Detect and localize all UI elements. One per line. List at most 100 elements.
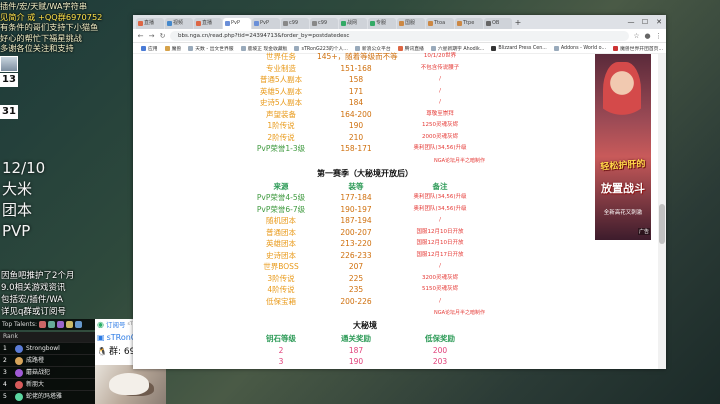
bookmark-item[interactable]: Addons - World o... <box>553 45 607 51</box>
favicon-icon <box>370 21 375 26</box>
cell-note: / <box>439 263 441 269</box>
cell-vault-reward: 207 <box>395 368 485 370</box>
cell-note: 尊敬至崇拜 <box>426 110 454 117</box>
table-row: 史诗5人副本 184 / <box>245 97 485 109</box>
cell-ilvl: 190-197 <box>340 204 372 214</box>
favicon-icon <box>312 21 317 26</box>
profile-icon[interactable]: ● <box>644 32 651 40</box>
tab-label: OB <box>492 20 500 26</box>
tab-label: 视频 <box>173 20 184 26</box>
reload-icon[interactable]: ↻ <box>159 32 166 40</box>
browser-tab[interactable]: 国服 <box>397 18 425 29</box>
bookmark-label: 应用 <box>148 46 158 52</box>
browser-tab[interactable]: PvP <box>252 18 280 29</box>
table-row: 4阶传说 235 5150灵魂灰烬 <box>245 284 485 296</box>
overlay-head-line: 见简介 或 +QQ群6970752 <box>0 11 103 22</box>
url-input[interactable]: bbs.nga.cn/read.php?tid=24394713&forder_… <box>170 30 629 41</box>
rank-row: 5 蛇佬的玛塔雅 <box>0 390 95 402</box>
bookmark-label: Addons - World o... <box>560 45 607 51</box>
bookmark-label: Blizzard Press Cen... <box>498 45 547 51</box>
table-season1: 第一赛季（大秘境开放后） 来源 装等 备注 PvP荣誉4-5级 177-184 奥利团队… <box>245 167 485 320</box>
browser-tab[interactable]: OB <box>484 18 512 29</box>
note-line: 9.0相关游戏资讯 <box>1 283 66 293</box>
table-header-row: 来源 装等 备注 <box>245 181 485 193</box>
favicon-icon <box>225 21 230 26</box>
favicon-icon <box>399 21 404 26</box>
favicon-icon <box>341 21 346 26</box>
ad-slogan: 轻松护肝的 <box>600 159 646 173</box>
bookmark-icon <box>553 45 559 51</box>
bookmark-label: 魔兽世界开团首页... <box>620 46 664 52</box>
browser-tab[interactable]: 视频 <box>165 18 193 29</box>
tab-label: 战网 <box>347 20 358 26</box>
close-button[interactable]: ✕ <box>652 15 666 29</box>
game-ad-banner[interactable]: 轻松护肝的 放置战斗 全新高花又刺激 广告 <box>595 54 651 240</box>
star-icon[interactable]: ☆ <box>633 32 640 40</box>
rank-number: 2 <box>3 356 7 364</box>
cell-source: 英雄团本 <box>266 239 296 248</box>
browser-tab[interactable]: c99 <box>281 18 309 29</box>
overlay-head-line: 有条件的哥们支持下小猫鱼 <box>0 22 99 32</box>
new-tab-button[interactable]: + <box>513 18 523 29</box>
table-row: 普通5人副本 158 / <box>245 74 485 86</box>
cell-ilvl: 164-200 <box>340 109 372 119</box>
credit-note: NGA论坛月半之暗制作 <box>433 157 485 164</box>
favicon-icon <box>457 21 462 26</box>
scrollbar-thumb[interactable] <box>659 204 665 244</box>
tab-label: Ttpe <box>463 20 475 26</box>
browser-tab[interactable]: Ttpe <box>455 18 483 29</box>
tab-label: 直播 <box>202 20 213 26</box>
bookmark-icon <box>430 45 436 51</box>
tab-label: 专服 <box>376 20 387 26</box>
bookmark-item[interactable]: Blizzard Press Cen... <box>491 45 547 51</box>
bookmark-item[interactable]: 应用 <box>141 45 158 52</box>
table-prepatch: 世界任务 145+，随着等级而不等 10/1/20世界 专业制造 151-168 不包含… <box>245 51 485 167</box>
talent-icon <box>66 321 74 328</box>
maximize-button[interactable]: ☐ <box>638 15 652 29</box>
schedule-line: PVP <box>2 222 31 240</box>
cell-ilvl: 210 <box>348 132 364 142</box>
browser-tab-active[interactable]: PvP <box>223 18 251 29</box>
note-line: 包括宏/插件/WA <box>1 295 63 305</box>
tv-icon: ▣ <box>97 333 105 342</box>
schedule-text: 12/10 大米 团本 PVP <box>2 158 45 242</box>
apps-icon <box>141 45 146 51</box>
browser-tab[interactable]: 专服 <box>368 18 396 29</box>
schedule-line: 12/10 <box>2 159 46 177</box>
browser-tab[interactable]: Ttoa <box>426 18 454 29</box>
rank-row: 1 Strongbowl <box>0 342 95 354</box>
overlay-header-text: 插件/宏/天赋/WA字符串 见简介 或 +QQ群6970752 有条件的哥们支持… <box>0 1 102 54</box>
page-scrollbar[interactable] <box>658 54 666 369</box>
forward-icon[interactable]: → <box>148 32 155 40</box>
bookmark-item[interactable]: 天数 - 出文世界服 <box>188 45 234 52</box>
favicon-icon <box>138 21 143 26</box>
rank-number: 3 <box>3 368 7 376</box>
menu-icon[interactable]: ⋮ <box>655 32 662 40</box>
bookmark-item[interactable]: 魔兽世界开团首页... <box>613 45 663 52</box>
browser-tab[interactable]: 直播 <box>136 18 164 29</box>
browser-tab[interactable]: c99 <box>310 18 338 29</box>
class-icon <box>15 356 23 365</box>
ad-character-image <box>603 62 641 132</box>
note-line: 因鱼吧推护了2个月 <box>1 271 75 281</box>
table-mythic-plus: 大秘境 钥石等级 通关奖励 低保奖励 2 187 200 3 190 203 4194207 <box>245 319 485 369</box>
header-vault-reward: 低保奖励 <box>425 334 455 343</box>
table-row: 英雄团本 213-220 国服12月10日开放 <box>245 238 485 250</box>
overlay-head-line: 插件/宏/天赋/WA字符串 <box>0 1 88 11</box>
cell-source: 普通团本 <box>266 227 296 237</box>
cell-ilvl: 225 <box>348 273 364 283</box>
minimize-button[interactable]: — <box>624 15 638 29</box>
gear-tables: 世界任务 145+，随着等级而不等 10/1/20世界 专业制造 151-168 不包含… <box>245 51 485 369</box>
tab-label: PvP <box>260 20 269 26</box>
cell-note: / <box>439 76 441 82</box>
counter-badge: 13 <box>0 73 18 87</box>
browser-tab[interactable]: 战网 <box>339 18 367 29</box>
bookmark-item[interactable]: 魔兽 <box>164 45 181 52</box>
back-icon[interactable]: ← <box>137 32 144 40</box>
browser-tab[interactable]: 直播 <box>194 18 222 29</box>
cell-note: 不包含传说腰子 <box>420 64 460 71</box>
bookmark-icon <box>397 45 403 51</box>
cell-note: 国服12月10日开放 <box>416 228 464 235</box>
cell-key-level: 4 <box>245 368 317 370</box>
cell-note: 奥利团队(34,56)升级 <box>413 205 467 212</box>
